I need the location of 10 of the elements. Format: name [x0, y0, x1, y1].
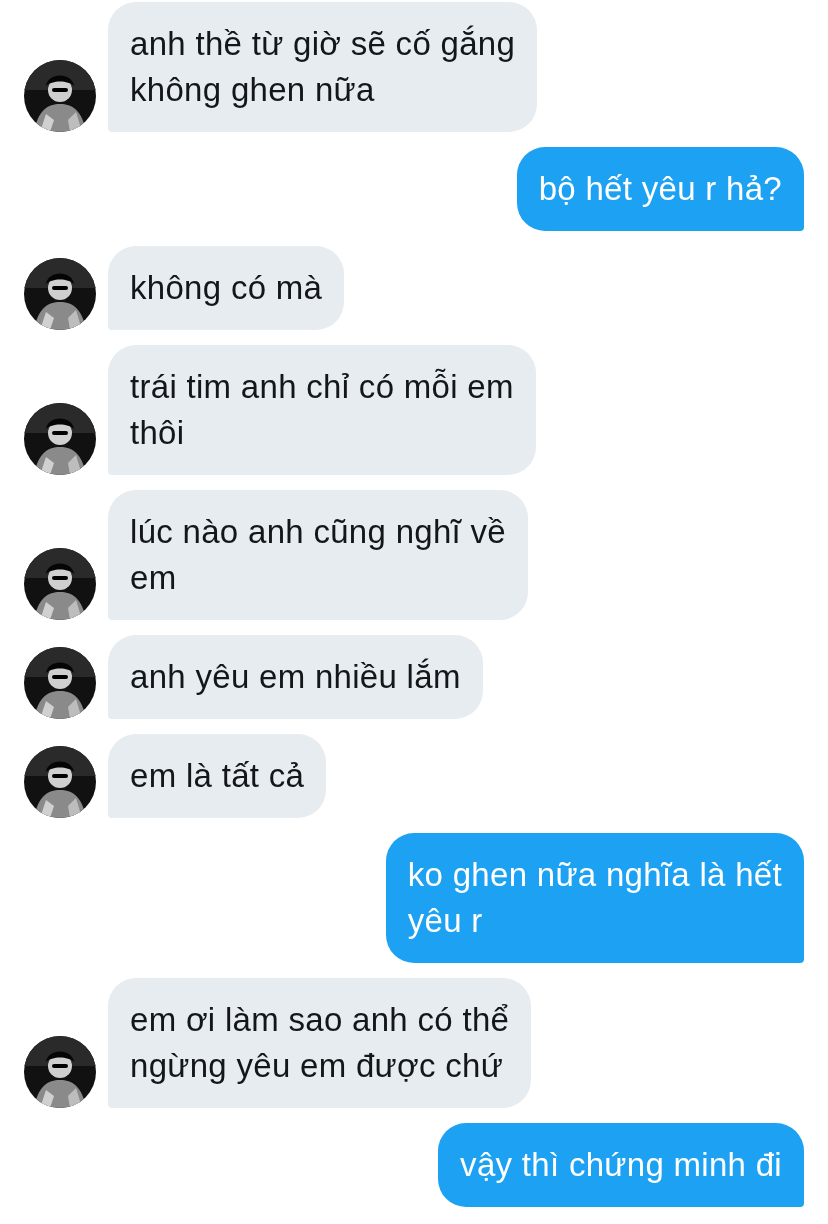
message-bubble: lúc nào anh cũng nghĩ về em — [108, 490, 528, 620]
message-bubble: anh thề từ giờ sẽ cố gắng không ghen nữa — [108, 2, 538, 132]
message-bubble: không có mà — [108, 246, 345, 330]
message-bubble: em ơi làm sao anh có thể ngừng yêu em được chứ — [108, 978, 532, 1108]
message-bubble: anh yêu em nhiều lắm — [108, 635, 483, 719]
message-bubble: em là tất cả — [108, 734, 327, 818]
message-bubble: ko ghen nữa nghĩa là hết yêu r — [385, 833, 804, 963]
message-bubble: bộ hết yêu r hả? — [516, 147, 804, 231]
message-bubble: vậy thì chứng minh đi — [438, 1123, 804, 1207]
message-bubble: trái tim anh chỉ có mỗi em thôi — [108, 345, 536, 475]
